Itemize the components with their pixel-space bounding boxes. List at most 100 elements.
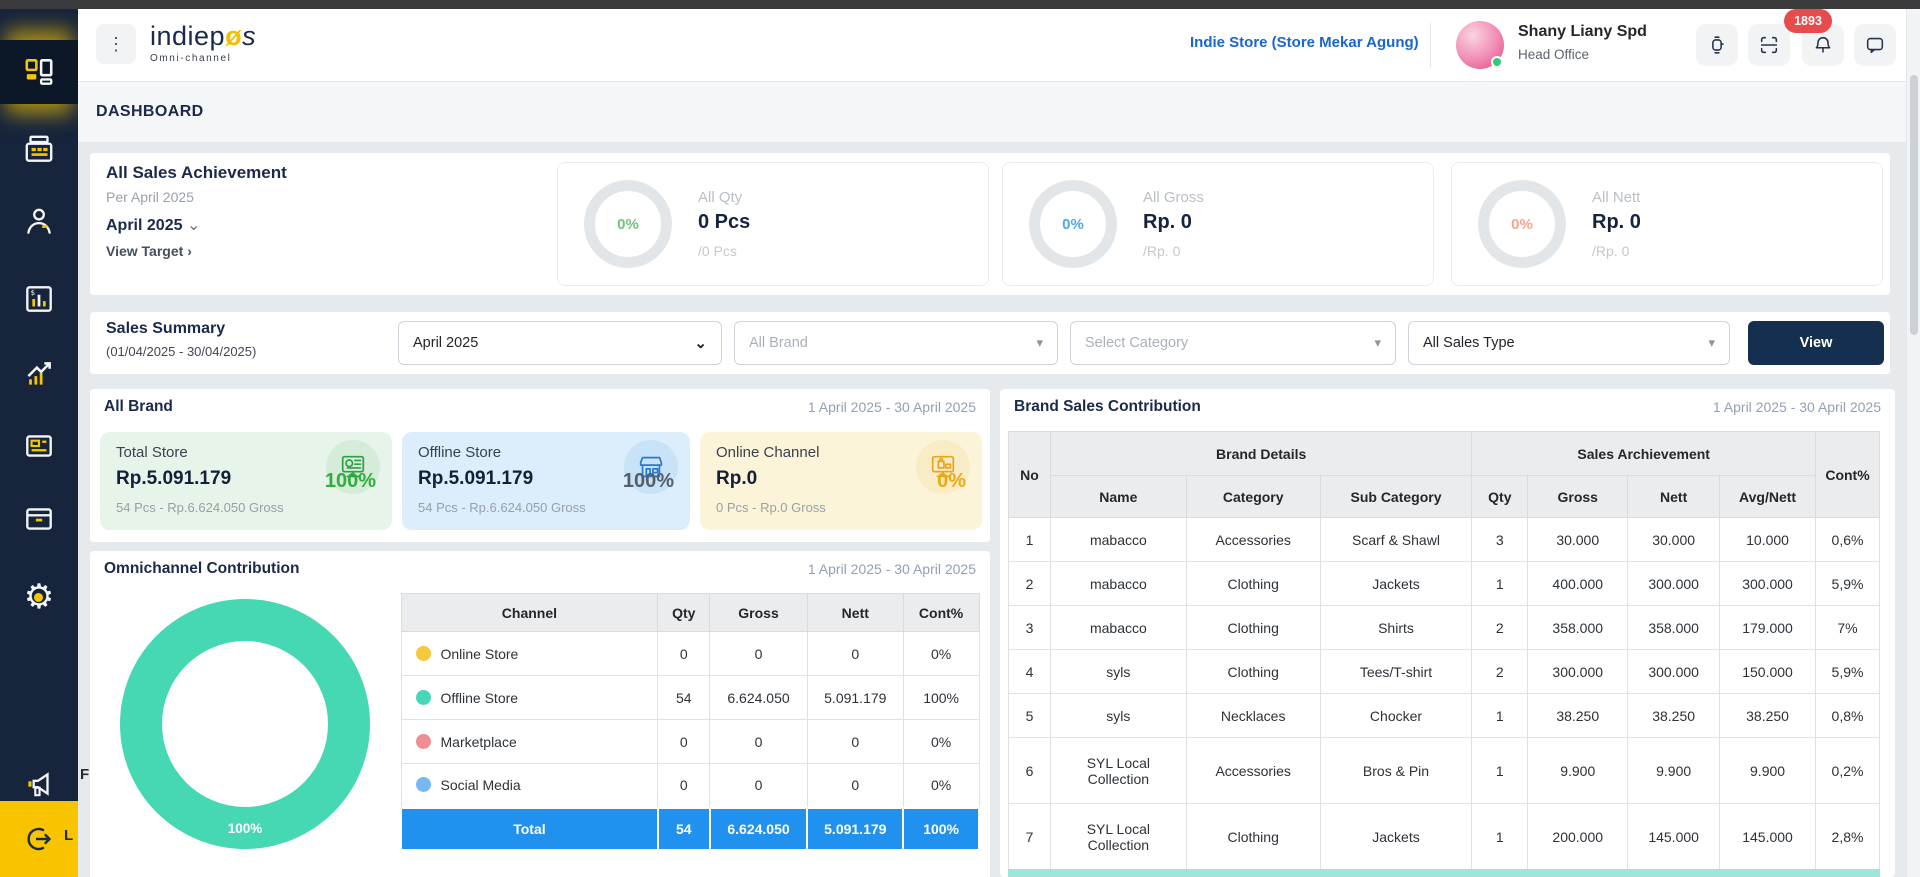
- card-label: Total Store: [116, 444, 188, 461]
- cell: 300.000: [1720, 562, 1816, 606]
- col-nett: Nett: [807, 594, 903, 632]
- cell: 145.000: [1720, 804, 1816, 870]
- sales-type-select[interactable]: All Sales Type▾: [1408, 321, 1730, 365]
- cell: 5,9%: [1816, 562, 1880, 606]
- cell: SYL Local Collection: [1050, 738, 1186, 804]
- smartwatch-button[interactable]: [1696, 24, 1738, 66]
- cell: 300.000: [1528, 650, 1628, 694]
- cell: 6.624.050: [710, 808, 808, 850]
- cell: 6.624.050: [710, 676, 808, 720]
- logo-tagline: Omni-channel: [150, 53, 256, 64]
- stat-card-all-nett: 0% All Nett Rp. 0 /Rp. 0: [1451, 162, 1883, 286]
- card-percent: 0%: [937, 470, 966, 493]
- cell: Jackets: [1320, 562, 1472, 606]
- cell: Tees/T-shirt: [1320, 650, 1472, 694]
- cell: 179.000: [1720, 606, 1816, 650]
- table-row: Marketplace 0 0 0 0%: [401, 720, 979, 764]
- header: ⋮ indiepøs Omni-channel Indie Store (Sto…: [78, 9, 1906, 82]
- sidebar-item-customers[interactable]: [0, 189, 78, 253]
- achievement-subtitle: Per April 2025: [106, 189, 194, 205]
- offline-store-card: Offline Store Rp.5.091.179 54 Pcs - Rp.6…: [402, 432, 690, 530]
- table-row: 6 SYL Local Collection Accessories Bros …: [1009, 738, 1880, 804]
- cell-channel: Offline Store: [401, 676, 658, 720]
- cell: 5,9%: [1816, 650, 1880, 694]
- menu-kebab-button[interactable]: ⋮: [96, 24, 136, 64]
- messages-button[interactable]: [1854, 24, 1896, 66]
- cell: 9.900: [1720, 738, 1816, 804]
- category-select[interactable]: Select Category▾: [1070, 321, 1396, 365]
- cell: 200.000: [1528, 804, 1628, 870]
- logo-o-mark: ø: [225, 21, 242, 51]
- kebab-icon: ⋮: [107, 34, 125, 54]
- cell: 0,8%: [1816, 694, 1880, 738]
- store-link[interactable]: Indie Store (Store Mekar Agung): [1190, 34, 1419, 51]
- avatar[interactable]: [1456, 21, 1504, 69]
- sidebar-item-news[interactable]: [0, 414, 78, 478]
- system-top-bar: [0, 0, 1920, 9]
- sidebar-item-sales-report[interactable]: $: [0, 267, 78, 331]
- brand-sales-table: No Brand Details Sales Archievement Cont…: [1008, 431, 1880, 870]
- cell: 38.250: [1720, 694, 1816, 738]
- sidebar-item-trends[interactable]: [0, 342, 78, 406]
- cell: mabacco: [1050, 562, 1186, 606]
- cell: 2: [1009, 562, 1051, 606]
- sidebar-item-cash-register[interactable]: [0, 117, 78, 181]
- cell: Bros & Pin: [1320, 738, 1472, 804]
- view-button[interactable]: View: [1748, 321, 1884, 365]
- barcode-scan-button[interactable]: [1748, 24, 1790, 66]
- cell: 100%: [903, 808, 979, 850]
- card-sub: 0 Pcs - Rp.0 Gross: [716, 500, 826, 515]
- brand-sales-daterange: 1 April 2025 - 30 April 2025: [1713, 399, 1881, 415]
- page-scrollbar[interactable]: [1906, 9, 1920, 877]
- table-subheader-row: Name Category Sub Category Qty Gross Net…: [1009, 476, 1880, 518]
- cell: 2: [1472, 606, 1528, 650]
- omnichannel-donut-chart: 100%: [120, 599, 370, 849]
- sidebar-item-logout[interactable]: L: [0, 801, 78, 877]
- sidebar-item-inventory[interactable]: [0, 487, 78, 551]
- cell: Accessories: [1186, 518, 1320, 562]
- achievement-period-select[interactable]: April 2025 ⌄: [106, 215, 200, 235]
- legend-dot: [416, 734, 431, 749]
- cell: 30.000: [1628, 518, 1720, 562]
- next-row-highlight-strip: [1008, 869, 1880, 877]
- month-select[interactable]: April 2025⌄: [398, 321, 722, 365]
- donut-label: 100%: [120, 821, 370, 836]
- scrollbar-thumb[interactable]: [1910, 75, 1918, 335]
- cell: 0: [807, 720, 903, 764]
- cell: 38.250: [1628, 694, 1720, 738]
- sidebar-item-settings[interactable]: ⚙: [0, 565, 78, 629]
- sales-chart-icon: $: [22, 282, 56, 316]
- table-row: Online Store 0 0 0 0%: [401, 632, 979, 676]
- legend-dot: [416, 690, 431, 705]
- cell: Clothing: [1186, 650, 1320, 694]
- cell: 7%: [1816, 606, 1880, 650]
- sales-summary-daterange: (01/04/2025 - 30/04/2025): [106, 344, 256, 359]
- sidebar-label-logout-fragment: L: [64, 827, 73, 844]
- all-brand-title: All Brand: [104, 398, 173, 416]
- cash-register-icon: [22, 132, 56, 166]
- cell: syls: [1050, 694, 1186, 738]
- table-row: 4 syls Clothing Tees/T-shirt 2 300.000 3…: [1009, 650, 1880, 694]
- cell: 54: [658, 676, 710, 720]
- cell: 9.900: [1628, 738, 1720, 804]
- cell: 400.000: [1528, 562, 1628, 606]
- cell: 0%: [903, 720, 979, 764]
- cell: 38.250: [1528, 694, 1628, 738]
- table-group-header-row: No Brand Details Sales Archievement Cont…: [1009, 432, 1880, 476]
- sidebar-label-feedback-fragment: F: [80, 766, 89, 783]
- news-card-icon: [22, 429, 56, 463]
- omnichannel-title: Omnichannel Contribution: [104, 560, 299, 578]
- cell: 2,8%: [1816, 804, 1880, 870]
- progress-ring: 0%: [1029, 180, 1117, 268]
- dashboard-icon: [22, 55, 56, 89]
- cell: syls: [1050, 650, 1186, 694]
- cell: 9.900: [1528, 738, 1628, 804]
- megaphone-icon: [22, 767, 56, 801]
- view-target-link[interactable]: View Target ›: [106, 243, 192, 259]
- sidebar-item-dashboard[interactable]: [0, 40, 78, 104]
- stat-card-all-qty: 0% All Qty 0 Pcs /0 Pcs: [557, 162, 989, 286]
- table-row: 3 mabacco Clothing Shirts 2 358.000 358.…: [1009, 606, 1880, 650]
- chevron-down-icon: ⌄: [187, 217, 200, 234]
- all-brand-panel: All Brand 1 April 2025 - 30 April 2025 T…: [90, 389, 990, 542]
- brand-select[interactable]: All Brand▾: [734, 321, 1058, 365]
